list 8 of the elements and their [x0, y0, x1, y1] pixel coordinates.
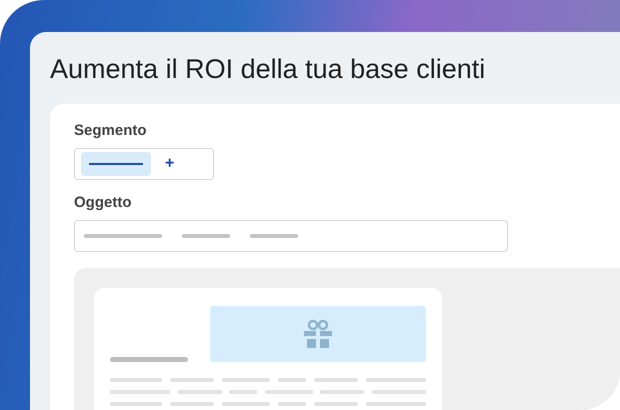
field-label: Segmento: [74, 122, 148, 140]
field-label: Oggetto: [74, 194, 132, 212]
segment-field[interactable]: +: [74, 148, 214, 180]
subject-field[interactable]: [74, 220, 508, 252]
segment-chip: [81, 152, 151, 176]
gift-icon: [304, 319, 332, 349]
page-title: Aumenta il ROI della tua base clienti: [50, 53, 486, 86]
add-button[interactable]: +: [165, 156, 174, 172]
